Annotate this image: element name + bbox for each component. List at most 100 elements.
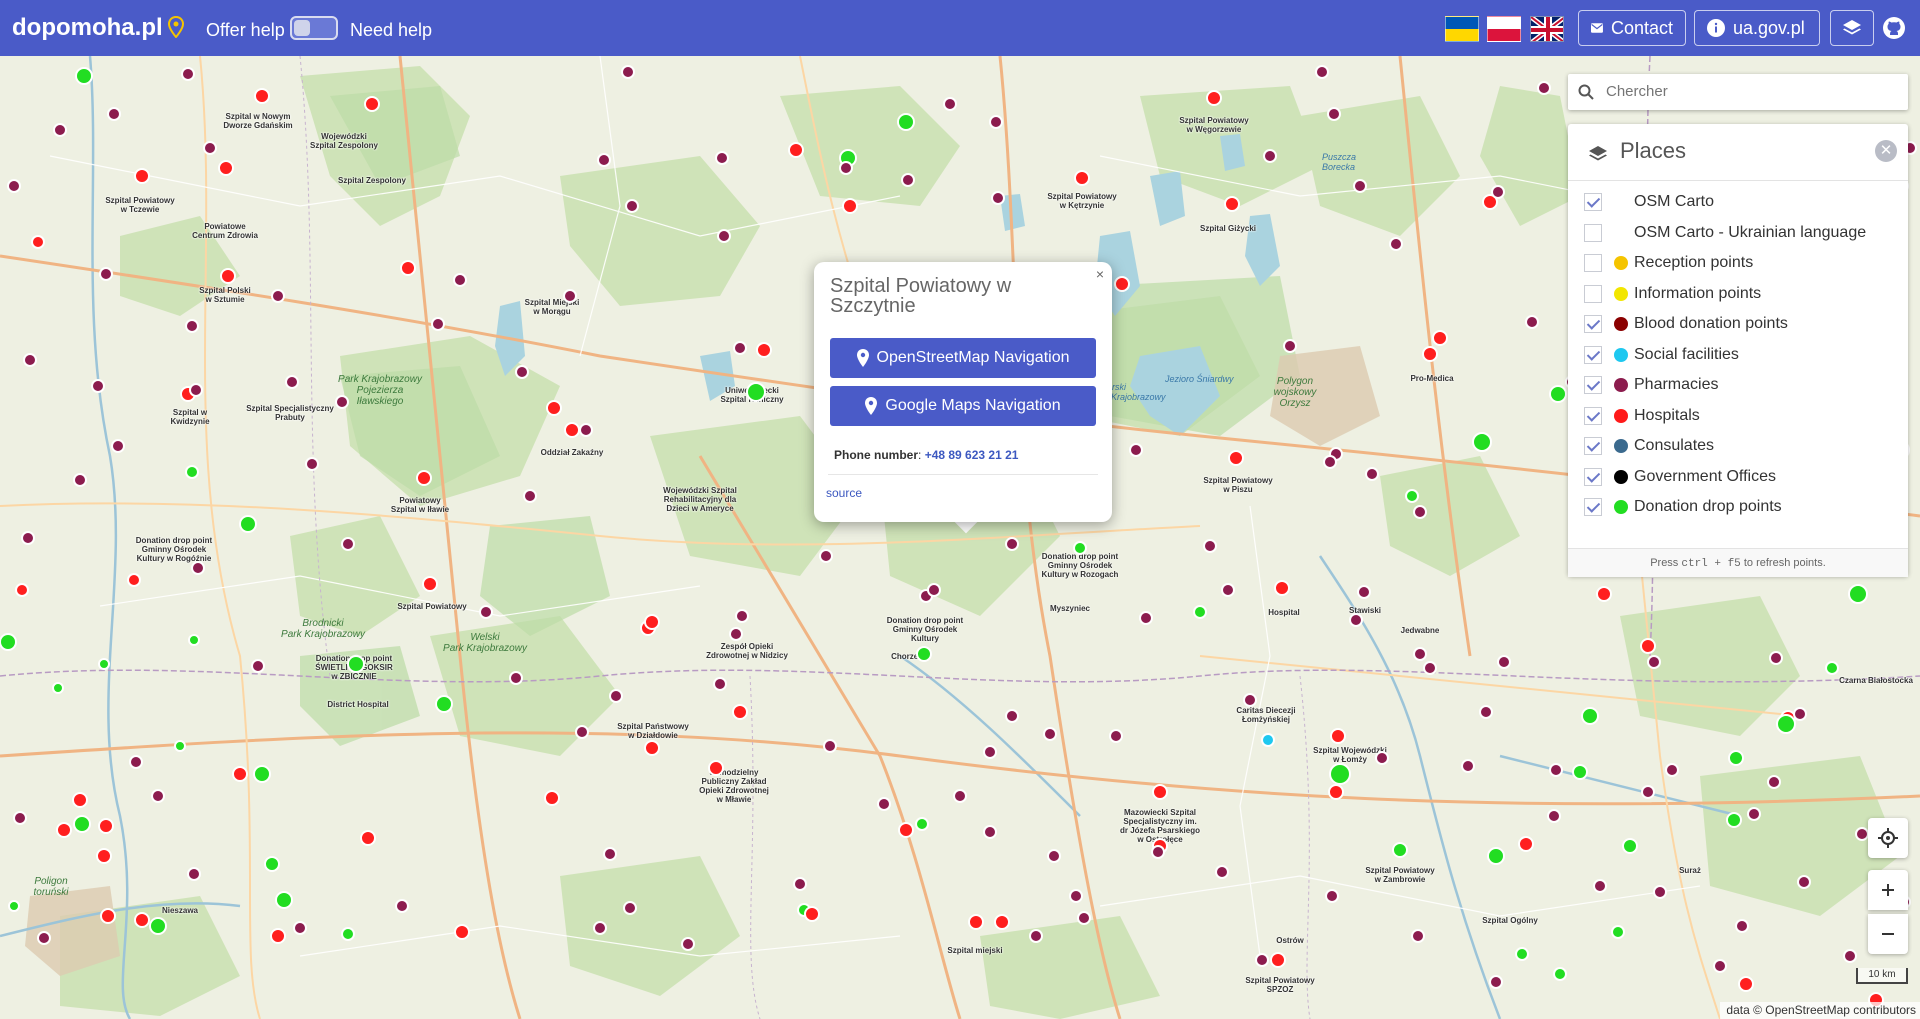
map-marker[interactable] [916, 646, 932, 662]
map-marker[interactable] [52, 682, 64, 694]
map-marker[interactable] [1315, 65, 1329, 79]
map-marker[interactable] [1005, 709, 1019, 723]
map-marker[interactable] [37, 931, 51, 945]
map-marker[interactable] [804, 906, 820, 922]
map-marker[interactable] [1738, 976, 1754, 992]
map-marker[interactable] [1203, 539, 1217, 553]
map-marker[interactable] [23, 353, 37, 367]
map-marker[interactable] [21, 531, 35, 545]
map-marker[interactable] [1640, 638, 1656, 654]
map-marker[interactable] [454, 924, 470, 940]
search-box[interactable] [1568, 74, 1908, 110]
map-marker[interactable] [31, 235, 45, 249]
map-marker[interactable] [99, 267, 113, 281]
map-marker[interactable] [1129, 443, 1143, 457]
layer-checkbox[interactable] [1584, 467, 1602, 486]
layer-checkbox[interactable] [1584, 437, 1602, 455]
map-marker[interactable] [823, 739, 837, 753]
osm-navigation-button[interactable]: OpenStreetMap Navigation [830, 338, 1096, 378]
map-marker[interactable] [1622, 838, 1638, 854]
map-marker[interactable] [839, 161, 853, 175]
map-marker[interactable] [625, 199, 639, 213]
map-attribution[interactable]: data © OpenStreetMap contributors [1720, 1002, 1920, 1019]
map-marker[interactable] [1848, 584, 1868, 604]
map-marker[interactable] [1547, 809, 1561, 823]
map-marker[interactable] [1375, 751, 1389, 765]
layer-checkbox[interactable] [1584, 345, 1602, 364]
map-marker[interactable] [1553, 967, 1567, 981]
zoom-out-button[interactable] [1868, 914, 1908, 954]
map-marker[interactable] [1461, 759, 1475, 773]
close-icon[interactable]: ✕ [1875, 140, 1897, 162]
map-marker[interactable] [1776, 714, 1796, 734]
layer-checkbox[interactable] [1584, 284, 1602, 303]
map-marker[interactable] [364, 96, 380, 112]
map-marker[interactable] [1139, 611, 1153, 625]
map-marker[interactable] [603, 847, 617, 861]
map-marker[interactable] [597, 153, 611, 167]
layer-checkbox[interactable] [1584, 193, 1602, 211]
map-marker[interactable] [515, 365, 529, 379]
map-marker[interactable] [189, 383, 203, 397]
map-marker[interactable] [285, 375, 299, 389]
map-marker[interactable] [1525, 315, 1539, 329]
map-marker[interactable] [983, 745, 997, 759]
map-marker[interactable] [1641, 785, 1655, 799]
map-marker[interactable] [915, 817, 929, 831]
map-marker[interactable] [1491, 185, 1505, 199]
google-navigation-button[interactable]: Google Maps Navigation [830, 386, 1096, 426]
map-marker[interactable] [91, 379, 105, 393]
map-marker[interactable] [1357, 585, 1371, 599]
map-marker[interactable] [293, 921, 307, 935]
map-marker[interactable] [983, 825, 997, 839]
map-marker[interactable] [431, 317, 445, 331]
map-marker[interactable] [1735, 919, 1749, 933]
layers-button[interactable] [1830, 10, 1874, 46]
map-marker[interactable] [819, 549, 833, 563]
map-marker[interactable] [129, 755, 143, 769]
map-marker[interactable] [73, 815, 91, 833]
map-marker[interactable] [98, 658, 110, 670]
map-marker[interactable] [1073, 541, 1087, 555]
map-marker[interactable] [898, 822, 914, 838]
map-marker[interactable] [185, 465, 199, 479]
layer-row[interactable]: Reception points [1584, 251, 1753, 275]
map-marker[interactable] [185, 319, 199, 333]
map-marker[interactable] [1423, 661, 1437, 675]
map-marker[interactable] [1114, 276, 1130, 292]
map-marker[interactable] [564, 422, 580, 438]
map-marker[interactable] [1422, 346, 1438, 362]
map-marker[interactable] [453, 273, 467, 287]
need-help-label[interactable]: Need help [350, 20, 432, 41]
map-marker[interactable] [1330, 728, 1346, 744]
layer-row[interactable]: Blood donation points [1584, 312, 1788, 336]
layer-row[interactable]: Government Offices [1584, 465, 1776, 489]
map-marker[interactable] [15, 583, 29, 597]
map-marker[interactable] [1043, 727, 1057, 741]
map-marker[interactable] [1413, 647, 1427, 661]
map-marker[interactable] [746, 382, 766, 402]
map-marker[interactable] [335, 395, 349, 409]
map-marker[interactable] [1283, 339, 1297, 353]
map-marker[interactable] [793, 877, 807, 891]
map-marker[interactable] [1328, 784, 1344, 800]
map-marker[interactable] [1365, 467, 1379, 481]
map-marker[interactable] [901, 173, 915, 187]
map-marker[interactable] [422, 576, 438, 592]
map-marker[interactable] [151, 789, 165, 803]
map-marker[interactable] [644, 740, 660, 756]
layer-row[interactable]: OSM Carto - Ukrainian language [1584, 221, 1866, 245]
map-marker[interactable] [509, 671, 523, 685]
map-marker[interactable] [756, 342, 772, 358]
layer-row[interactable]: OSM Carto [1584, 190, 1714, 214]
map-marker[interactable] [1411, 929, 1425, 943]
map-marker[interactable] [1389, 237, 1403, 251]
map-marker[interactable] [271, 289, 285, 303]
map-marker[interactable] [788, 142, 804, 158]
map-marker[interactable] [1263, 149, 1277, 163]
map-marker[interactable] [523, 489, 537, 503]
github-icon[interactable] [1882, 16, 1906, 40]
map-marker[interactable] [479, 605, 493, 619]
map-marker[interactable] [7, 179, 21, 193]
map-marker[interactable] [1611, 925, 1625, 939]
